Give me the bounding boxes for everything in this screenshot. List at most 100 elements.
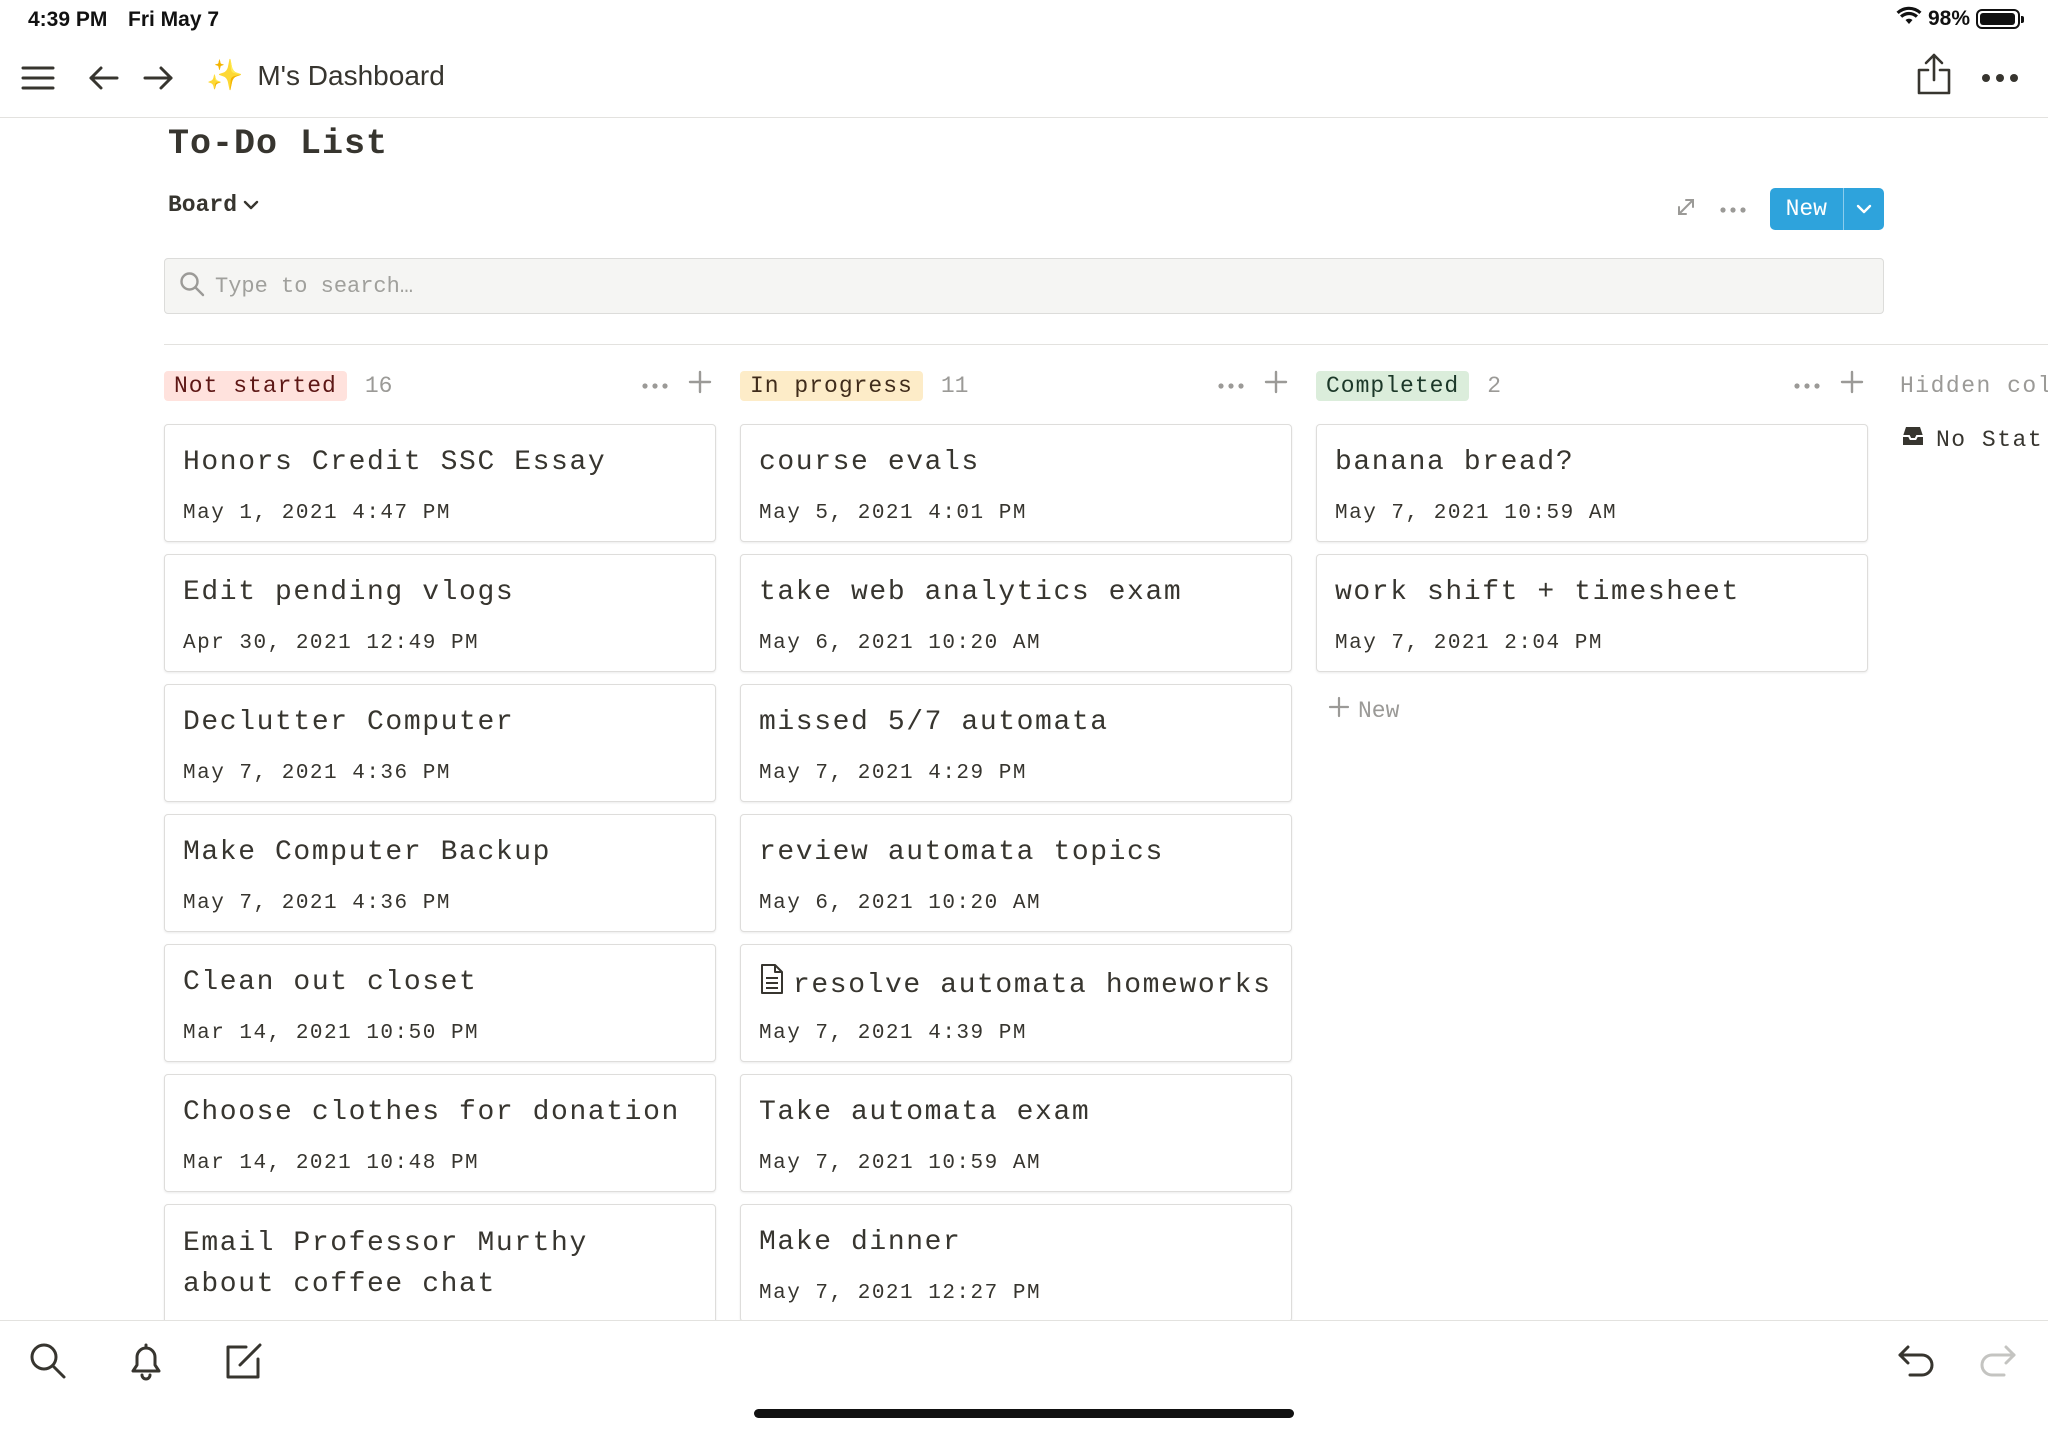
task-title: resolve automata homeworks — [759, 963, 1273, 1009]
hidden-column-label: No Stat — [1936, 426, 2044, 453]
task-date: May 7, 2021 4:36 PM — [183, 892, 451, 915]
task-title-text: course evals — [759, 447, 980, 478]
task-title: banana bread? — [1335, 443, 1849, 483]
task-date: May 6, 2021 10:20 AM — [759, 892, 1042, 915]
task-title: Make dinner — [759, 1223, 1273, 1263]
task-title: take web analytics exam — [759, 573, 1273, 613]
task-title-text: Declutter Computer — [183, 707, 515, 738]
column-more-icon[interactable] — [642, 376, 668, 394]
column-more-icon[interactable] — [1794, 376, 1820, 394]
column-header: Completed 2 — [1316, 366, 1868, 406]
task-title-text: banana bread? — [1335, 447, 1575, 478]
task-card[interactable]: Edit pending vlogs Apr 30, 2021 12:49 PM — [164, 554, 716, 672]
task-title-text: Email Professor Murthy about coffee chat — [183, 1228, 588, 1300]
task-card[interactable]: missed 5/7 automata May 7, 2021 4:29 PM — [740, 684, 1292, 802]
task-title-text: Make Computer Backup — [183, 837, 552, 868]
task-card[interactable]: Email Professor Murthy about coffee chat — [164, 1204, 716, 1320]
column-add-icon[interactable] — [688, 370, 712, 399]
task-card[interactable]: Make dinner May 7, 2021 12:27 PM — [740, 1204, 1292, 1320]
document-icon — [759, 963, 785, 1009]
task-title-text: work shift + timesheet — [1335, 577, 1740, 608]
column-actions — [642, 370, 712, 399]
task-card[interactable]: Honors Credit SSC Essay May 1, 2021 4:47 … — [164, 424, 716, 542]
hidden-columns: Hidden col No Stat — [1900, 366, 2048, 455]
column-actions — [1794, 370, 1864, 399]
task-date: May 7, 2021 10:59 AM — [1335, 502, 1618, 525]
task-title: Take automata exam — [759, 1093, 1273, 1133]
home-indicator — [754, 1409, 1294, 1418]
column-actions — [1218, 370, 1288, 399]
task-title: work shift + timesheet — [1335, 573, 1849, 613]
hidden-column-no-status[interactable]: No Stat — [1900, 424, 2048, 455]
task-title: Declutter Computer — [183, 703, 697, 743]
task-title: missed 5/7 automata — [759, 703, 1273, 743]
column-new-button[interactable]: New — [1328, 696, 1399, 725]
task-title: review automata topics — [759, 833, 1273, 873]
compose-icon[interactable] — [220, 1337, 268, 1385]
inbox-icon — [1900, 424, 1926, 455]
task-title: course evals — [759, 443, 1273, 483]
task-title-text: resolve automata homeworks — [793, 970, 1272, 1001]
task-date: May 7, 2021 4:36 PM — [183, 762, 451, 785]
task-title-text: missed 5/7 automata — [759, 707, 1109, 738]
column-more-icon[interactable] — [1218, 376, 1244, 394]
column-count: 11 — [940, 373, 969, 399]
board: Not started 16 Honors Credit SSC Essay May … — [0, 0, 2048, 1320]
task-title-text: Edit pending vlogs — [183, 577, 515, 608]
task-date: Apr 30, 2021 12:49 PM — [183, 632, 480, 655]
task-card[interactable]: Take automata exam May 7, 2021 10:59 AM — [740, 1074, 1292, 1192]
redo-icon[interactable] — [1974, 1337, 2022, 1385]
task-date: May 6, 2021 10:20 AM — [759, 632, 1042, 655]
task-title-text: Take automata exam — [759, 1097, 1091, 1128]
task-card[interactable]: Clean out closet Mar 14, 2021 10:50 PM — [164, 944, 716, 1062]
task-date: Mar 14, 2021 10:48 PM — [183, 1152, 480, 1175]
task-card[interactable]: banana bread? May 7, 2021 10:59 AM — [1316, 424, 1868, 542]
column-not-started: Not started 16 Honors Credit SSC Essay May … — [164, 366, 716, 1320]
column-count: 16 — [364, 373, 393, 399]
column-count: 2 — [1487, 373, 1502, 399]
task-date: May 1, 2021 4:47 PM — [183, 502, 451, 525]
task-title: Make Computer Backup — [183, 833, 697, 873]
task-date: May 7, 2021 2:04 PM — [1335, 632, 1603, 655]
task-card[interactable]: Choose clothes for donation Mar 14, 2021 … — [164, 1074, 716, 1192]
plus-icon — [1328, 696, 1350, 725]
task-title-text: Honors Credit SSC Essay — [183, 447, 607, 478]
task-date: May 7, 2021 10:59 AM — [759, 1152, 1042, 1175]
search-icon[interactable] — [24, 1337, 72, 1385]
status-badge: In progress — [740, 371, 923, 401]
task-title-text: review automata topics — [759, 837, 1164, 868]
task-date: May 7, 2021 4:39 PM — [759, 1022, 1027, 1045]
task-title-text: Choose clothes for donation — [183, 1097, 680, 1128]
undo-icon[interactable] — [1892, 1337, 1940, 1385]
task-card[interactable]: take web analytics exam May 6, 2021 10:20… — [740, 554, 1292, 672]
task-date: May 5, 2021 4:01 PM — [759, 502, 1027, 525]
column-add-icon[interactable] — [1840, 370, 1864, 399]
task-title: Edit pending vlogs — [183, 573, 697, 613]
task-card[interactable]: Make Computer Backup May 7, 2021 4:36 PM — [164, 814, 716, 932]
task-card[interactable]: work shift + timesheet May 7, 2021 2:04 P… — [1316, 554, 1868, 672]
column-add-icon[interactable] — [1264, 370, 1288, 399]
task-card[interactable]: course evals May 5, 2021 4:01 PM — [740, 424, 1292, 542]
task-card[interactable]: Declutter Computer May 7, 2021 4:36 PM — [164, 684, 716, 802]
column-in-progress: In progress 11 course evals May 5, 2021 4:0… — [740, 366, 1292, 1320]
task-title-text: take web analytics exam — [759, 577, 1183, 608]
task-title-text: Clean out closet — [183, 967, 478, 998]
task-date: May 7, 2021 12:27 PM — [759, 1282, 1042, 1305]
column-header: Not started 16 — [164, 366, 716, 406]
task-card[interactable]: review automata topics May 6, 2021 10:20 … — [740, 814, 1292, 932]
column-new-label: New — [1358, 697, 1400, 724]
bottom-bar — [0, 1320, 2048, 1430]
column-completed: Completed 2 banana bread? May 7, 2021 10:59… — [1316, 366, 1868, 724]
task-title-text: Make dinner — [759, 1227, 962, 1258]
column-header: In progress 11 — [740, 366, 1292, 406]
hidden-columns-header: Hidden col — [1900, 373, 2048, 399]
bell-icon[interactable] — [122, 1337, 170, 1385]
task-card[interactable]: resolve automata homeworks May 7, 2021 4:… — [740, 944, 1292, 1062]
task-date: May 7, 2021 4:29 PM — [759, 762, 1027, 785]
status-badge: Not started — [164, 371, 347, 401]
task-title: Honors Credit SSC Essay — [183, 443, 697, 483]
task-date: Mar 14, 2021 10:50 PM — [183, 1022, 480, 1045]
status-badge: Completed — [1316, 371, 1470, 401]
task-title: Choose clothes for donation — [183, 1093, 697, 1133]
task-title: Email Professor Murthy about coffee chat — [183, 1223, 697, 1305]
